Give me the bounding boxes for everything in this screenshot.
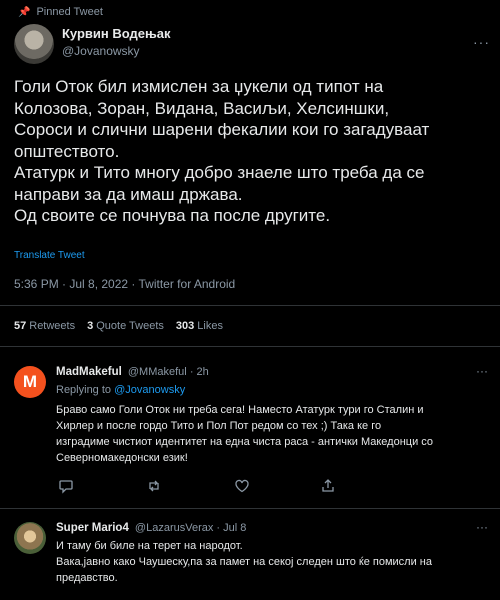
reply-header: Super Mario4 @LazarusVerax · Jul 8 xyxy=(56,522,246,534)
tweet-author[interactable]: Курвин Водењак @Jovanowsky xyxy=(62,26,171,58)
tweet-stats: 57 Retweets 3 Quote Tweets 303 Likes xyxy=(14,320,223,332)
tweet-timestamp[interactable]: 5:36 PM · Jul 8, 2022 · Twitter for Andr… xyxy=(14,277,235,291)
reply-icon[interactable] xyxy=(58,478,74,494)
translate-tweet-link[interactable]: Translate Tweet xyxy=(14,250,85,261)
reply-text-line: И таму би биле на терет на народот. xyxy=(56,540,243,552)
more-options-icon[interactable]: ··· xyxy=(476,520,488,534)
divider xyxy=(0,346,500,347)
reply-text-line: предавство. xyxy=(56,572,118,584)
reply-text-line: изградиме чистиот идентитет на една чист… xyxy=(56,436,434,448)
reply-author-name[interactable]: MadMakeful xyxy=(56,366,122,378)
tweet-text-line: Ататурк и Тито многу добро знаеле што тр… xyxy=(14,163,425,182)
reply-header: MadMakeful @MMakeful · 2h xyxy=(56,366,209,378)
reply-text-line: Хирлер и после гордо Тито и Пол Пот редо… xyxy=(56,420,382,432)
reply-text: Браво само Голи Оток ни треба сега! Наме… xyxy=(56,402,496,466)
reply-text-line: Вака,јавно како Чаушеску,па за памет на … xyxy=(56,556,432,568)
tweet-text-line: Сороси и слични шарени фекалии кои го за… xyxy=(14,120,430,139)
author-name[interactable]: Курвин Водењак xyxy=(62,26,171,41)
pinned-tweet-label: 📌 Pinned Tweet xyxy=(18,6,103,18)
reply-author-handle[interactable]: @MMakeful xyxy=(128,366,187,378)
avatar[interactable] xyxy=(14,24,54,64)
quote-tweets-stat[interactable]: 3 Quote Tweets xyxy=(87,320,164,332)
retweets-count: 57 xyxy=(14,320,27,332)
tweet-text-line: Од своите се почнува па после другите. xyxy=(14,206,331,225)
more-options-icon[interactable]: ··· xyxy=(473,34,490,50)
share-icon[interactable] xyxy=(320,478,336,494)
reply-author-handle[interactable]: @LazarusVerax xyxy=(135,522,213,534)
reply-text-line: Браво само Голи Оток ни треба сега! Наме… xyxy=(56,404,424,416)
quote-tweets-count: 3 xyxy=(87,320,94,332)
pin-icon: 📌 xyxy=(18,6,31,18)
more-options-icon[interactable]: ··· xyxy=(476,364,488,378)
divider xyxy=(0,305,500,306)
reply-text: И таму би биле на терет на народот. Вака… xyxy=(56,538,496,586)
tweet-text-line: Колозова, Зоран, Видана, Васиљи, Хелсинш… xyxy=(14,98,390,118)
replying-to: Replying to @Jovanowsky xyxy=(56,384,185,396)
tweet-text-line: Голи Оток бил измислен за џукели од типо… xyxy=(14,77,384,96)
replying-handle-link[interactable]: @Jovanowsky xyxy=(114,384,185,396)
reply-author-name[interactable]: Super Mario4 xyxy=(56,522,129,534)
pinned-text: Pinned Tweet xyxy=(36,6,103,18)
like-icon[interactable] xyxy=(234,478,250,494)
retweets-stat[interactable]: 57 Retweets xyxy=(14,320,75,332)
tweet-text-line: направи за да имаш држава. xyxy=(14,184,243,204)
avatar[interactable] xyxy=(14,522,46,554)
divider xyxy=(0,508,500,509)
avatar[interactable]: M xyxy=(14,366,46,398)
quote-tweets-label: Quote Tweets xyxy=(96,320,164,332)
likes-stat[interactable]: 303 Likes xyxy=(176,320,223,332)
likes-label: Likes xyxy=(197,320,223,332)
reply-text-line: Северномакедонски език! xyxy=(56,452,188,464)
reply-time[interactable]: · 2h xyxy=(190,366,209,378)
tweet-text: Голи Оток бил измислен за џукели од типо… xyxy=(14,76,490,227)
retweets-label: Retweets xyxy=(29,320,76,332)
likes-count: 303 xyxy=(175,320,195,332)
replying-prefix: Replying to xyxy=(56,384,112,396)
tweet-text-line: општеството. xyxy=(14,141,120,161)
author-handle[interactable]: @Jovanowsky xyxy=(62,44,171,58)
reply-time[interactable]: · Jul 8 xyxy=(216,522,246,534)
retweet-icon[interactable] xyxy=(146,478,162,494)
